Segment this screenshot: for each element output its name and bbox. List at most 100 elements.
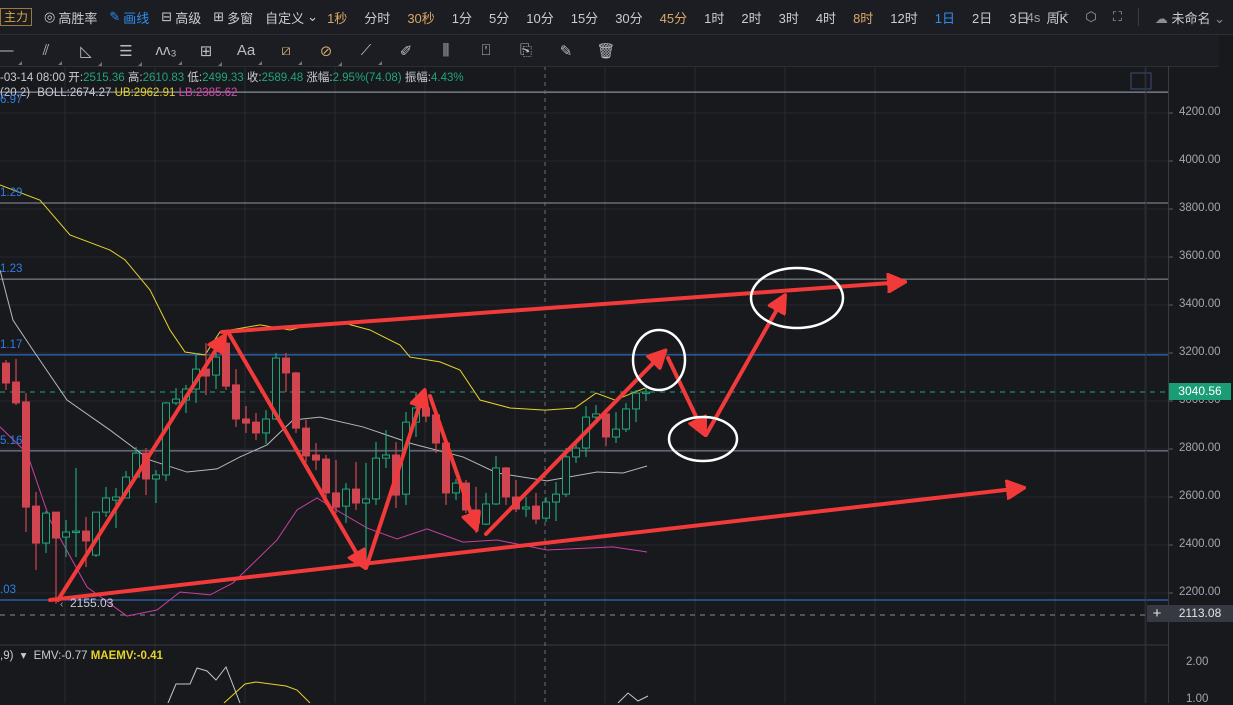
price-tick-label: 2800.00 [1179, 442, 1221, 454]
timeframe-tab[interactable]: 45分 [660, 8, 687, 27]
projection-arrow[interactable] [704, 297, 784, 437]
candle-body [572, 447, 580, 458]
bookmark-tool-icon[interactable]: ⎘ [506, 42, 546, 59]
candle-body [332, 492, 340, 508]
ellipse-annotation[interactable] [631, 328, 687, 392]
emv-axis-tick: 2.00 [1186, 656, 1209, 668]
candle [252, 413, 260, 441]
timeframe-tab[interactable]: 1日 [935, 8, 955, 27]
toolbar-multi-window[interactable]: ⊞ 多窗 [213, 8, 253, 27]
ellipse-annotation[interactable] [667, 415, 739, 463]
refresh-interval[interactable]: 4s [1027, 10, 1041, 25]
candle [522, 497, 530, 517]
fib-level-label: 6.97 [0, 94, 23, 107]
upper-trendline-arrow[interactable] [220, 282, 903, 334]
emv-axis-tick: 1.00 [1186, 693, 1209, 705]
rectangle-tool-icon[interactable]: ⊞ [186, 42, 226, 66]
candle [32, 491, 40, 570]
timeframe-tab[interactable]: 30秒 [407, 8, 434, 27]
timeframe-tab[interactable]: 1时 [704, 8, 724, 27]
high-label: 高: [127, 72, 143, 84]
candle-body [422, 407, 430, 417]
timeframe-tab[interactable]: 10分 [526, 8, 553, 27]
wave-arrow[interactable] [56, 337, 224, 602]
candle-body [612, 428, 620, 438]
ellipse-annotation[interactable] [749, 266, 845, 330]
fib-levels [0, 91, 1168, 601]
emv-legend[interactable]: ,9) ▾ EMV:-0.77 MAEMV:-0.41 [0, 648, 163, 662]
timeframe-tab[interactable]: 30分 [615, 8, 642, 27]
settings-icon[interactable]: ⬡ [1085, 9, 1096, 25]
timeframe-tab[interactable]: 分时 [364, 8, 390, 27]
candle [152, 470, 160, 503]
price-tick-label: 3200.00 [1179, 346, 1221, 358]
layout-dropdown[interactable]: ☁ 未命名 ⌄ [1155, 8, 1225, 27]
fibonacci-tool-icon[interactable]: ☰ [106, 42, 146, 66]
boll-upper: UB:2962.91 [114, 87, 176, 99]
candles-tool-icon[interactable]: ⫼ [426, 42, 466, 59]
timeframe-tab[interactable]: 2日 [972, 8, 992, 27]
toolbar-draw[interactable]: ✎ 画线 [109, 8, 149, 27]
open-value: 2515.36 [83, 72, 125, 84]
timeframe-tab[interactable]: 8时 [853, 8, 873, 27]
price-chart[interactable]: ‹ 2155.03 [0, 0, 1233, 703]
timeframe-tab[interactable]: 12时 [890, 8, 917, 27]
price-tick-label: 4200.00 [1179, 106, 1221, 118]
dropdown-icon[interactable]: ▾ [21, 650, 27, 662]
custom-label: 自定义 [265, 10, 305, 26]
ruler-tool-icon[interactable]: ⟋ [346, 42, 386, 65]
add-alert-icon[interactable]: + [1147, 605, 1167, 622]
horizontal-ray-tool-icon[interactable]: — [0, 42, 26, 65]
timeframe-tab[interactable]: 4时 [816, 8, 836, 27]
fullscreen-icon[interactable]: ⛶ [1113, 9, 1122, 25]
toolbar-label: 高级 [175, 10, 202, 26]
timeframe-tab[interactable]: 15分 [571, 8, 598, 27]
wave-arrow[interactable] [484, 352, 664, 536]
toolbar-win-rate[interactable]: ◎ 高胜率 [44, 8, 97, 27]
candle-body [102, 497, 110, 513]
brush-tool-icon[interactable]: ✐ [386, 42, 426, 60]
candle-body [172, 398, 180, 404]
boll-mid: BOLL:2674.27 [37, 87, 112, 99]
boll-lower: LB:2385.62 [178, 87, 238, 99]
change-label: 涨幅: [306, 72, 333, 84]
top-toolbar: 主力 ◎ 高胜率 ✎ 画线 ⊟ 高级 ⊞ 多窗 自定义 ⌄ 1秒 分时 30秒 1分 5分 10分 1… [0, 0, 1233, 35]
timeframe-tab[interactable]: 5分 [489, 8, 509, 27]
candle [362, 462, 370, 568]
low-value: 2499.33 [202, 72, 244, 84]
cloud-icon: ☁ [1154, 10, 1168, 26]
chart-grid [0, 66, 1173, 703]
timeframe-tab[interactable]: 2时 [741, 8, 761, 27]
timeframe-tab[interactable]: 1秒 [327, 8, 347, 27]
toolbar-advanced[interactable]: ⊟ 高级 [161, 8, 201, 27]
candle-body [542, 501, 550, 519]
crosshair-price-tag: + 2113.08 [1147, 605, 1233, 622]
price-tick-label: 3600.00 [1179, 250, 1221, 262]
edit-tool-icon[interactable]: ✎ [546, 42, 586, 60]
parallel-lines-tool-icon[interactable]: ⫽ [26, 42, 66, 65]
toolbar-label: 高胜率 [58, 10, 98, 26]
projection-arrow[interactable] [666, 356, 704, 433]
magnet-off-tool-icon[interactable]: ⊘ [306, 42, 346, 66]
candle-body [342, 488, 350, 507]
candle [542, 497, 550, 522]
drawings[interactable] [48, 282, 1022, 602]
screenshot-icon[interactable]: ⌜⁺ [1056, 9, 1069, 25]
candle [622, 402, 630, 432]
main-force-badge[interactable]: 主力 [0, 8, 33, 26]
wave-arrow[interactable] [428, 394, 476, 528]
expand-pane-icon[interactable] [1130, 72, 1152, 90]
wave-tool-icon[interactable]: ʌʌ₃ [146, 42, 186, 65]
triangle-tool-icon[interactable]: ◺ [66, 42, 106, 66]
boll-legend[interactable]: (20,2) BOLL:2674.27 UB:2962.91 LB:2385.6… [0, 87, 237, 99]
target-icon: ◎ [44, 9, 56, 24]
timeframe-tab[interactable]: 1分 [452, 8, 472, 27]
ellipse-annotations[interactable] [631, 266, 845, 463]
price-tick-label: 2400.00 [1179, 538, 1221, 550]
text-tool-icon[interactable]: Aa [226, 42, 266, 65]
trash-tool-icon[interactable]: 🗑 [586, 42, 626, 60]
timeframe-tab[interactable]: 3时 [779, 8, 799, 27]
magnet-tool-icon[interactable]: ⧄ [266, 42, 306, 65]
lock-tool-icon[interactable]: ⍞ [466, 42, 506, 59]
candle [2, 359, 10, 390]
